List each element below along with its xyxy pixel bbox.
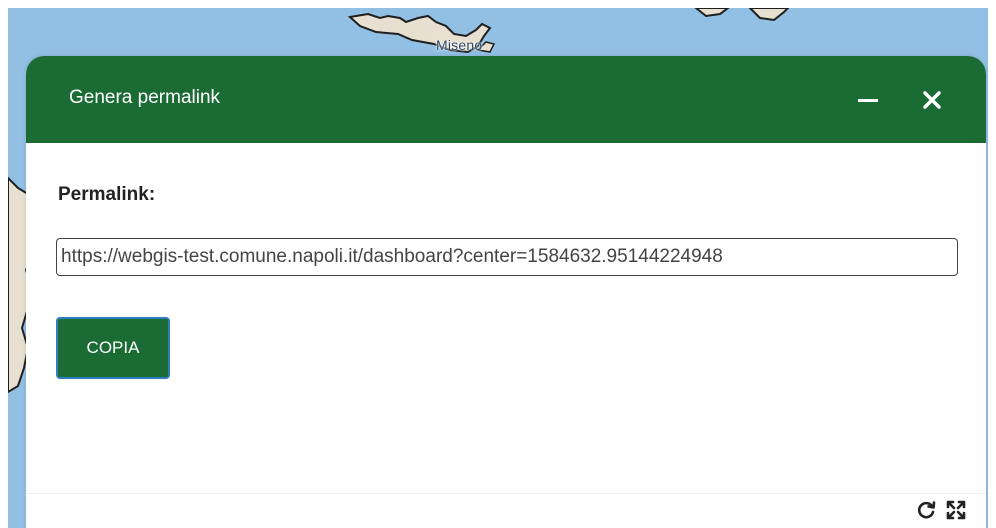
map-place-label: Miseno [436, 37, 483, 53]
refresh-icon[interactable] [914, 498, 938, 522]
close-icon [923, 91, 941, 109]
minimize-button[interactable] [856, 81, 884, 117]
permalink-field[interactable] [56, 238, 958, 276]
permalink-dialog: Genera permalink Permalink: COPIA [26, 56, 986, 528]
expand-icon[interactable] [944, 498, 968, 522]
dialog-header[interactable]: Genera permalink [26, 56, 986, 143]
dialog-title: Genera permalink [69, 87, 221, 108]
footer-divider [26, 493, 986, 494]
close-button[interactable] [918, 86, 946, 114]
minimize-icon [858, 99, 878, 102]
permalink-label: Permalink: [58, 184, 156, 205]
copy-button[interactable]: COPIA [56, 317, 170, 379]
